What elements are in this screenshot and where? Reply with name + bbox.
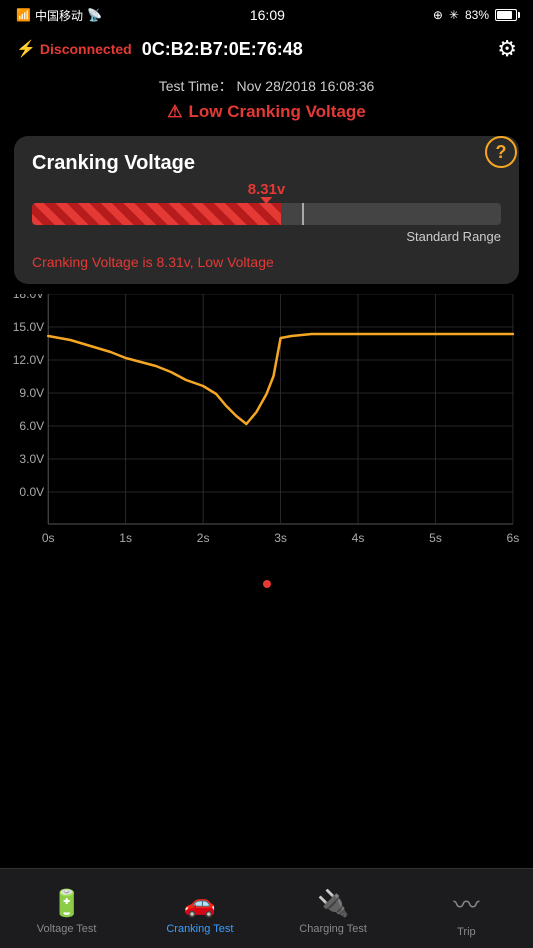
device-id: 0C:B2:B7:0E:76:48 xyxy=(142,39,488,60)
status-time: 16:09 xyxy=(250,7,285,23)
bluetooth-icon: ✳ xyxy=(449,8,459,22)
bar-track xyxy=(32,203,501,225)
alert-text: Low Cranking Voltage xyxy=(188,102,365,122)
location-icon: ⊕ xyxy=(433,8,443,22)
device-header: ⚡ Disconnected 0C:B2:B7:0E:76:48 ⚙ xyxy=(0,30,533,68)
alert-row: ⚠ Low Cranking Voltage xyxy=(0,98,533,130)
svg-text:3s: 3s xyxy=(274,531,287,545)
charging-tab-icon: 🔌 xyxy=(317,888,349,919)
link-icon: ⚡ xyxy=(16,39,36,59)
settings-icon[interactable]: ⚙ xyxy=(497,36,517,62)
svg-text:15.0V: 15.0V xyxy=(13,320,44,334)
active-dot xyxy=(263,580,271,588)
tab-charging[interactable]: 🔌 Charging Test xyxy=(267,869,400,948)
svg-text:3.0V: 3.0V xyxy=(19,452,44,466)
svg-text:18.0V: 18.0V xyxy=(13,294,44,301)
cranking-tab-label: Cranking Test xyxy=(166,923,233,935)
voltage-tab-icon: 🔋 xyxy=(50,888,82,919)
connection-status: ⚡ Disconnected xyxy=(16,39,132,59)
standard-range-label: Standard Range xyxy=(32,229,501,244)
alert-icon: ⚠ xyxy=(167,102,182,122)
page-indicator xyxy=(0,574,533,592)
tab-trip[interactable]: 〰 Trip xyxy=(400,869,533,948)
card-status-text: Cranking Voltage is 8.31v, Low Voltage xyxy=(32,254,501,270)
svg-text:5s: 5s xyxy=(429,531,442,545)
voltage-bar-section: 8.31v Standard Range xyxy=(32,203,501,244)
svg-text:4s: 4s xyxy=(352,531,365,545)
voltage-card: Cranking Voltage 8.31v Standard Range Cr… xyxy=(14,136,519,284)
tab-bar: 🔋 Voltage Test 🚗 Cranking Test 🔌 Chargin… xyxy=(0,868,533,948)
svg-text:0.0V: 0.0V xyxy=(19,485,44,499)
voltage-tab-label: Voltage Test xyxy=(37,923,97,935)
svg-text:9.0V: 9.0V xyxy=(19,386,44,400)
status-bar: 📶 中国移动 📡 16:09 ⊕ ✳ 83% xyxy=(0,0,533,30)
status-icons: ⊕ ✳ 83% xyxy=(433,8,517,22)
bar-value-label: 8.31v xyxy=(248,181,286,198)
wifi-icon: 📡 xyxy=(87,8,102,22)
svg-text:2s: 2s xyxy=(197,531,210,545)
svg-text:12.0V: 12.0V xyxy=(13,353,44,367)
test-time-row: Test Time： Nov 28/2018 16:08:36 xyxy=(0,68,533,98)
bar-fill xyxy=(32,203,281,225)
signal-icon: 📶 xyxy=(16,8,31,22)
trip-tab-label: Trip xyxy=(457,926,476,938)
bar-divider xyxy=(302,203,304,225)
card-title: Cranking Voltage xyxy=(32,152,501,175)
tab-cranking[interactable]: 🚗 Cranking Test xyxy=(133,869,266,948)
tab-voltage[interactable]: 🔋 Voltage Test xyxy=(0,869,133,948)
svg-text:6s: 6s xyxy=(507,531,520,545)
charging-tab-label: Charging Test xyxy=(299,923,367,935)
battery-percent: 83% xyxy=(465,8,489,22)
help-button[interactable]: ? xyxy=(485,136,517,168)
battery-icon xyxy=(495,9,517,21)
cranking-tab-icon: 🚗 xyxy=(184,888,216,919)
chart-svg: 18.0V 15.0V 12.0V 9.0V 6.0V 3.0V 0.0V 0s… xyxy=(10,294,523,554)
chart-container: 18.0V 15.0V 12.0V 9.0V 6.0V 3.0V 0.0V 0s… xyxy=(10,294,523,574)
svg-text:0s: 0s xyxy=(42,531,55,545)
status-carrier: 📶 中国移动 📡 xyxy=(16,7,102,24)
svg-text:6.0V: 6.0V xyxy=(19,419,44,433)
trip-tab-icon: 〰 xyxy=(453,885,479,922)
svg-text:1s: 1s xyxy=(119,531,132,545)
